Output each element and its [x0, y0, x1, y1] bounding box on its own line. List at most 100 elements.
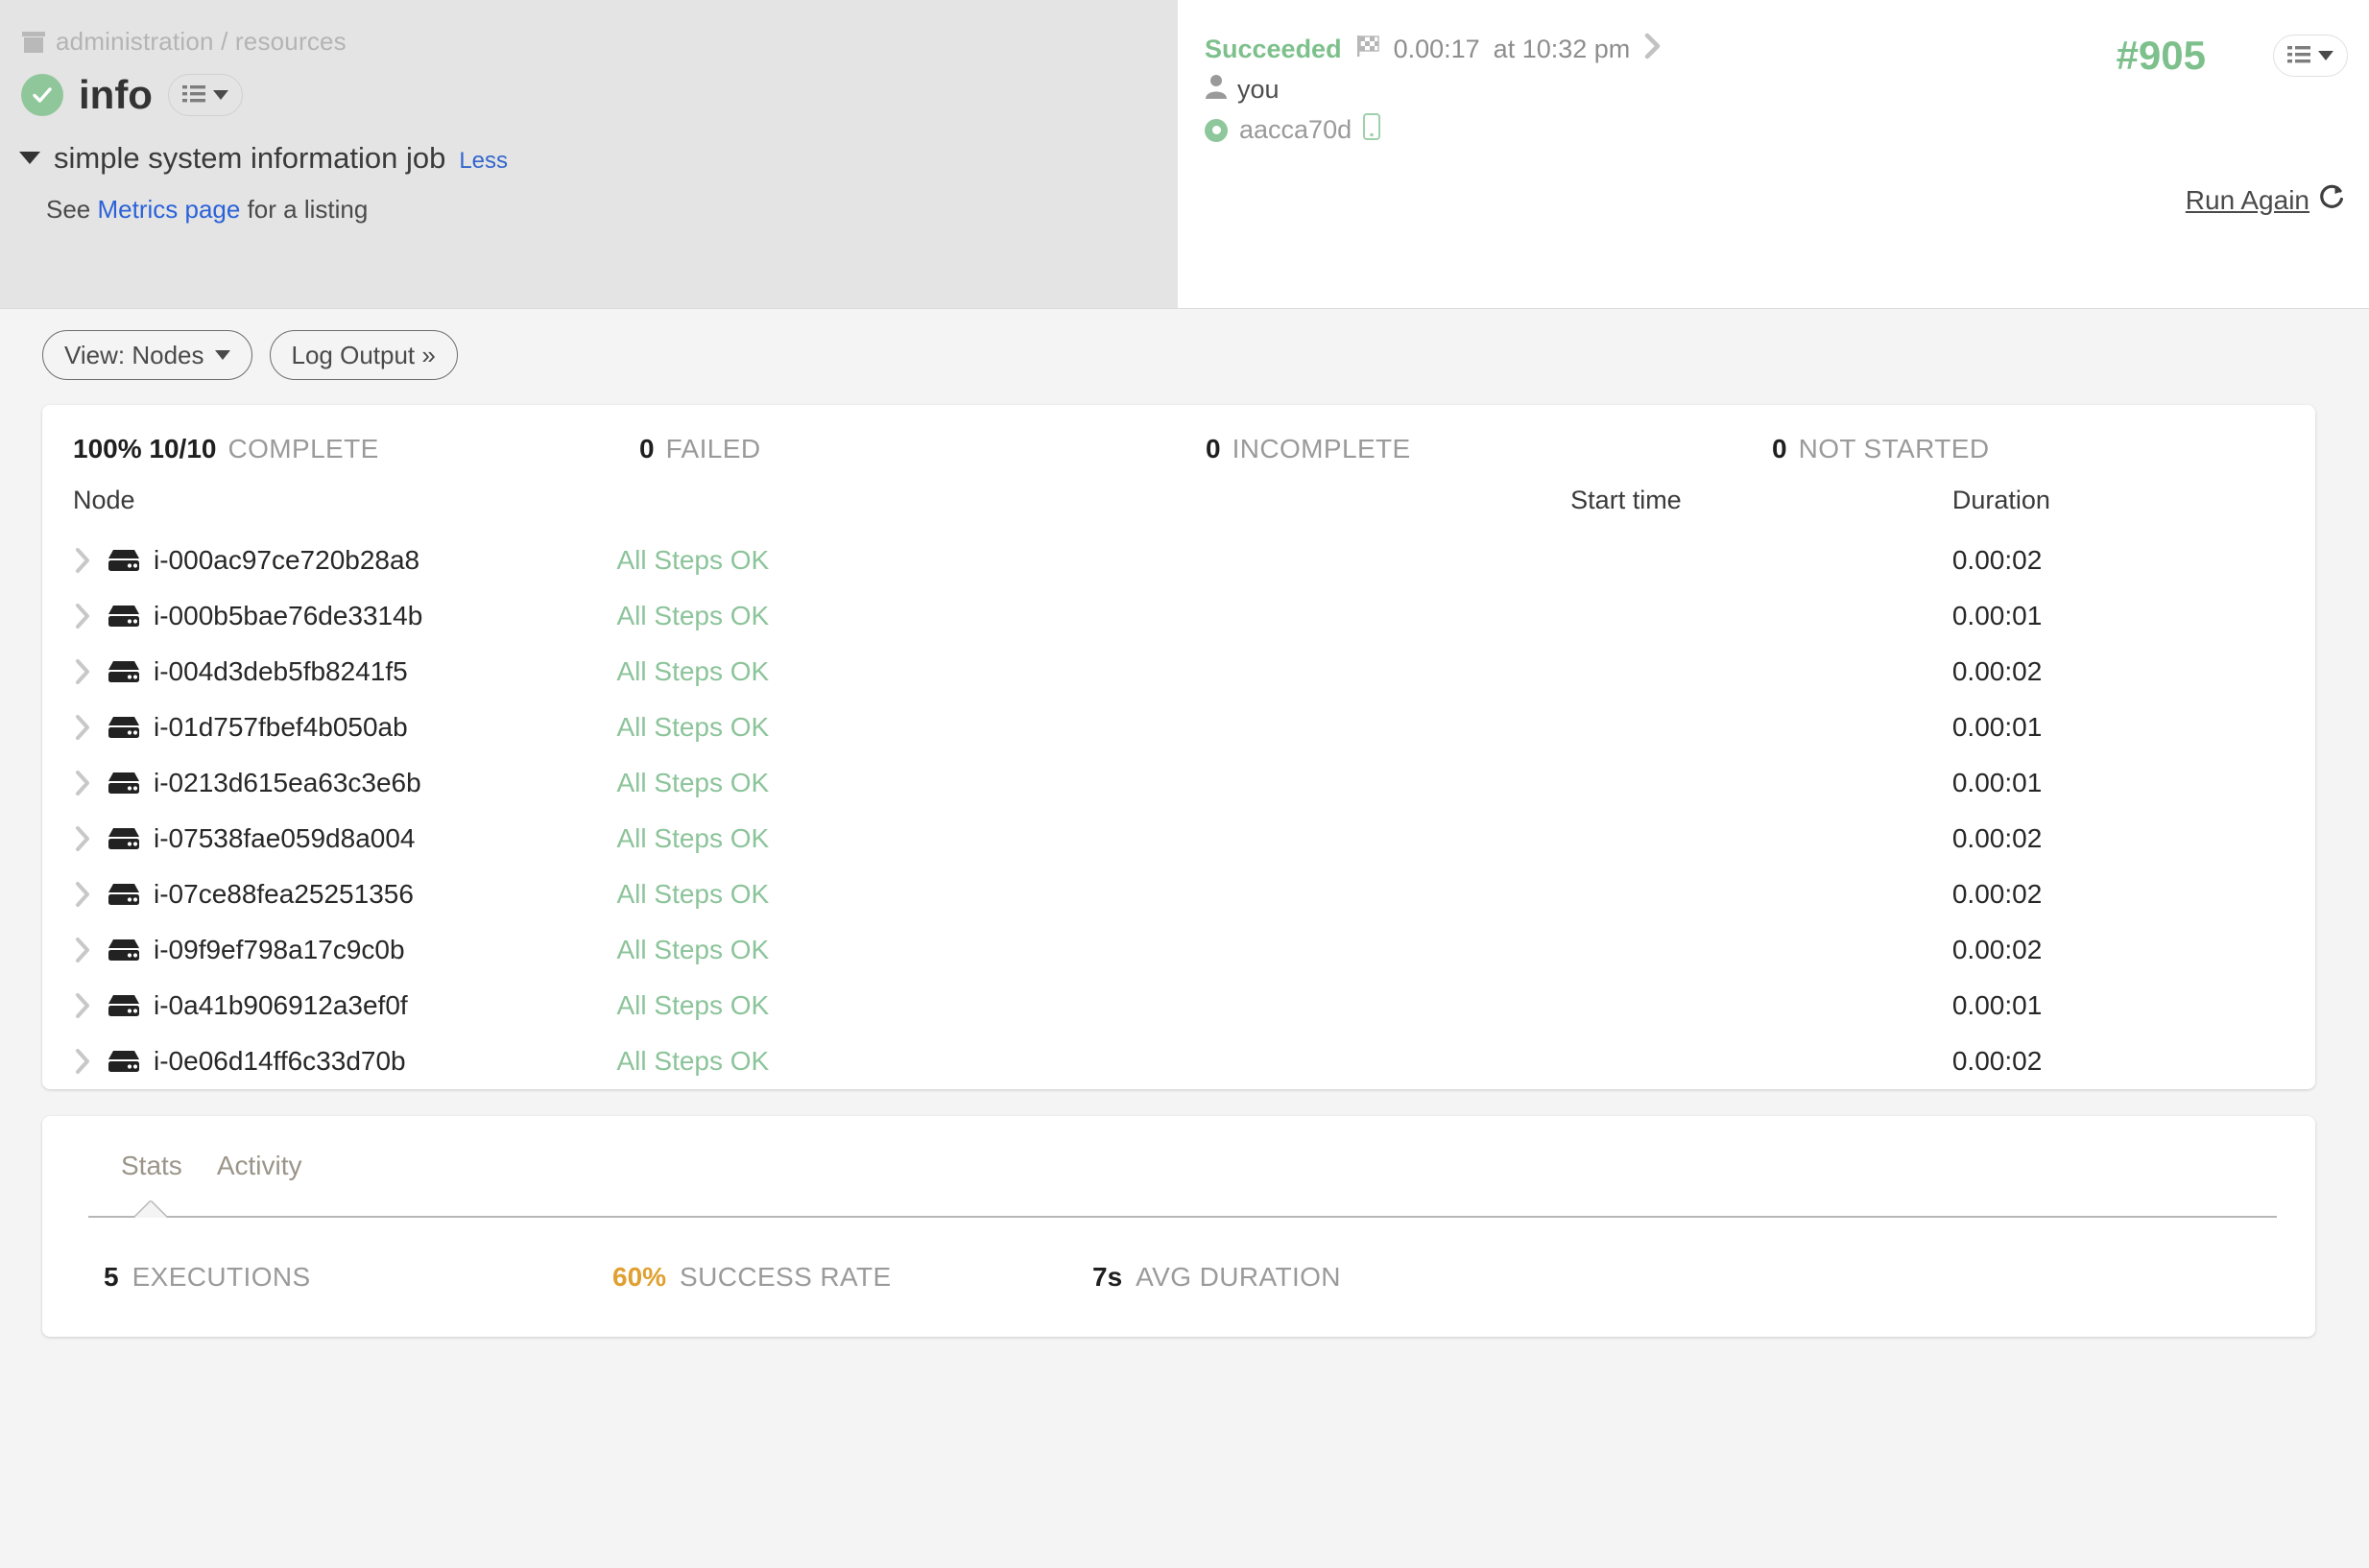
expand-chevron-icon[interactable] — [73, 546, 94, 575]
table-row[interactable]: i-0213d615ea63c3e6b All Steps OK 0.00:01 — [42, 755, 2315, 811]
table-header-row: Node Start time Duration — [42, 464, 2315, 533]
spacer-cell — [1208, 811, 1570, 867]
duration: 0.00:02 — [1951, 1046, 2043, 1076]
table-row[interactable]: i-07538fae059d8a004 All Steps OK 0.00:02 — [42, 811, 2315, 867]
log-output-button[interactable]: Log Output » — [269, 330, 458, 380]
run-user-name: you — [1237, 75, 1280, 104]
metrics-page-link[interactable]: Metrics page — [98, 195, 241, 224]
node-cell[interactable]: i-0213d615ea63c3e6b — [42, 755, 617, 811]
node-cell[interactable]: i-01d757fbef4b050ab — [42, 700, 617, 755]
folder-icon — [21, 31, 46, 53]
expand-chevron-icon[interactable] — [73, 602, 94, 630]
duration: 0.00:01 — [1951, 712, 2043, 742]
spacer-cell — [1208, 1033, 1570, 1089]
run-again-button[interactable]: Run Again — [2186, 182, 2346, 218]
server-icon — [108, 993, 140, 1018]
spacer-cell — [1208, 922, 1570, 978]
column-header-start-time: Start time — [1570, 486, 1682, 514]
breadcrumb[interactable]: administration / resources — [21, 27, 1178, 57]
user-icon — [1205, 74, 1228, 106]
chevron-right-icon[interactable] — [1643, 33, 1663, 66]
table-row[interactable]: i-09f9ef798a17c9c0b All Steps OK 0.00:02 — [42, 922, 2315, 978]
spacer-cell — [1208, 978, 1570, 1033]
duration: 0.00:02 — [1951, 935, 2043, 964]
table-row[interactable]: i-000ac97ce720b28a8 All Steps OK 0.00:02 — [42, 533, 2315, 588]
expand-chevron-icon[interactable] — [73, 824, 94, 853]
expand-chevron-icon[interactable] — [73, 880, 94, 909]
steps-status: All Steps OK — [616, 879, 770, 909]
tab-stats[interactable]: Stats — [121, 1151, 182, 1181]
metric-success-rate-label: SUCCESS RATE — [680, 1262, 892, 1292]
run-node-row: aacca70d — [1205, 113, 2369, 147]
node-name: i-000b5bae76de3314b — [154, 601, 423, 630]
header-right-panel: Succeeded 0.00:17 at 10:32 pm you aacca7… — [1178, 0, 2369, 308]
table-row[interactable]: i-004d3deb5fb8241f5 All Steps OK 0.00:02 — [42, 644, 2315, 700]
refresh-icon — [2317, 182, 2346, 218]
tab-activity[interactable]: Activity — [217, 1151, 302, 1181]
server-icon — [108, 1049, 140, 1074]
steps-status: All Steps OK — [616, 935, 770, 964]
node-cell[interactable]: i-000b5bae76de3314b — [42, 588, 617, 644]
view-nodes-button[interactable]: View: Nodes — [42, 330, 252, 380]
node-name: i-07538fae059d8a004 — [154, 823, 416, 853]
table-row[interactable]: i-01d757fbef4b050ab All Steps OK 0.00:01 — [42, 700, 2315, 755]
duration: 0.00:01 — [1951, 990, 2043, 1020]
expand-chevron-icon[interactable] — [73, 657, 94, 686]
expand-chevron-icon[interactable] — [73, 991, 94, 1020]
expand-chevron-icon[interactable] — [73, 713, 94, 742]
stats-metrics: 5 EXECUTIONS 60% SUCCESS RATE 7s AVG DUR… — [42, 1218, 2315, 1293]
node-status-dot-icon — [1205, 118, 1228, 142]
description-suffix: for a listing — [240, 195, 369, 224]
steps-status: All Steps OK — [616, 1046, 770, 1076]
job-actions-menu-button[interactable] — [167, 74, 243, 116]
success-check-icon — [21, 74, 63, 116]
server-icon — [108, 548, 140, 573]
list-icon — [181, 84, 205, 107]
page-header: administration / resources info simple s… — [0, 0, 2369, 309]
node-name: i-000ac97ce720b28a8 — [154, 545, 420, 575]
node-cell[interactable]: i-09f9ef798a17c9c0b — [42, 922, 617, 978]
expand-chevron-icon[interactable] — [73, 936, 94, 964]
run-again-label: Run Again — [2185, 184, 2309, 215]
node-cell[interactable]: i-07ce88fea25251356 — [42, 867, 617, 922]
execution-id: #905 — [2116, 33, 2206, 78]
table-row[interactable]: i-0a41b906912a3ef0f All Steps OK 0.00:01 — [42, 978, 2315, 1033]
header-left-panel: administration / resources info simple s… — [0, 0, 1178, 308]
node-cell[interactable]: i-000ac97ce720b28a8 — [42, 533, 617, 588]
summary-complete-label: COMPLETE — [227, 434, 379, 463]
tab-active-indicator — [88, 1201, 2277, 1218]
table-row[interactable]: i-0e06d14ff6c33d70b All Steps OK 0.00:02 — [42, 1033, 2315, 1089]
summary-incomplete-label: INCOMPLETE — [1232, 434, 1411, 463]
column-header-steps — [617, 464, 1208, 533]
node-cell[interactable]: i-07538fae059d8a004 — [42, 811, 617, 867]
node-cell[interactable]: i-004d3deb5fb8241f5 — [42, 644, 617, 700]
steps-status: All Steps OK — [616, 545, 770, 575]
collapse-triangle-icon[interactable] — [19, 152, 40, 164]
column-header-node: Node — [73, 486, 135, 514]
description-prefix: See — [46, 195, 98, 224]
nodes-card: 100% 10/10 COMPLETE 0 FAILED 0 INCOMPLET… — [42, 405, 2315, 1089]
expand-chevron-icon[interactable] — [73, 769, 94, 797]
node-name: i-01d757fbef4b050ab — [154, 712, 408, 742]
summary-not-started-label: NOT STARTED — [1798, 434, 1990, 463]
table-row[interactable]: i-07ce88fea25251356 All Steps OK 0.00:02 — [42, 867, 2315, 922]
summary-not-started: 0 NOT STARTED — [1772, 434, 1989, 464]
steps-status: All Steps OK — [616, 656, 770, 686]
steps-status: All Steps OK — [616, 712, 770, 742]
log-output-label: Log Output » — [291, 340, 436, 369]
node-cell[interactable]: i-0a41b906912a3ef0f — [42, 978, 617, 1033]
metric-avg-duration-value: 7s — [1092, 1262, 1123, 1292]
metric-executions-value: 5 — [104, 1262, 119, 1292]
status-badge: Succeeded — [1205, 35, 1342, 63]
expand-chevron-icon[interactable] — [73, 1047, 94, 1076]
run-duration: 0.00:17 — [1393, 35, 1480, 63]
less-toggle-link[interactable]: Less — [459, 148, 508, 175]
duration: 0.00:02 — [1951, 545, 2043, 575]
metric-success-rate: 60% SUCCESS RATE — [612, 1262, 1092, 1293]
summary-failed-label: FAILED — [665, 434, 761, 463]
node-cell[interactable]: i-0e06d14ff6c33d70b — [42, 1033, 617, 1089]
execution-menu-button[interactable] — [2273, 35, 2348, 77]
table-row[interactable]: i-000b5bae76de3314b All Steps OK 0.00:01 — [42, 588, 2315, 644]
spacer-cell — [1208, 644, 1570, 700]
steps-status: All Steps OK — [616, 990, 770, 1020]
